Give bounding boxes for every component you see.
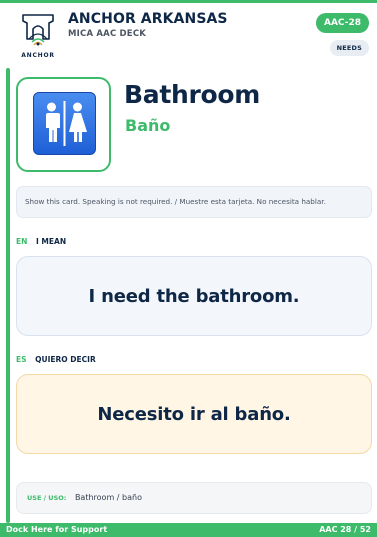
- spanish-intro-label: QUIERO DECIR: [35, 355, 96, 364]
- usage-label: USE / USO:: [27, 494, 67, 502]
- usage-box: USE / USO: Bathroom / baño: [16, 482, 372, 514]
- card-word-spanish: Baño: [125, 116, 171, 135]
- instruction-note: Show this card. Speaking is not required…: [16, 186, 372, 218]
- usage-value: Bathroom / baño: [74, 493, 142, 502]
- card-id-badge: AAC-28: [315, 13, 369, 33]
- card-icon-frame: [16, 77, 111, 172]
- english-phrase-box[interactable]: I need the bathroom.: [16, 256, 372, 336]
- card-header: ANCHOR ANCHOR ARKANSAS MICA AAC DECK AAC…: [0, 3, 377, 61]
- spanish-phrase-box[interactable]: Necesito ir al baño.: [16, 374, 372, 454]
- english-phrase: I need the bathroom.: [88, 285, 300, 307]
- anchor-arch-logo-icon: [22, 14, 54, 46]
- english-section-label: EN I MEAN: [16, 237, 66, 246]
- english-lang-code: EN: [16, 237, 28, 246]
- anchor-logo: ANCHOR: [17, 9, 59, 59]
- spanish-section-label: ES QUIERO DECIR: [16, 355, 96, 364]
- deck-page-counter: AAC 28 / 52: [319, 525, 371, 534]
- left-accent-rail: [6, 68, 10, 523]
- dock-support-link[interactable]: Dock Here for Support: [6, 525, 107, 534]
- support-footer-bar[interactable]: Dock Here for Support AAC 28 / 52: [0, 523, 377, 537]
- brand-title: ANCHOR ARKANSAS: [68, 11, 228, 27]
- card-word-english: Bathroom: [124, 80, 261, 109]
- logo-wordmark: ANCHOR: [21, 52, 55, 59]
- spanish-lang-code: ES: [16, 355, 27, 364]
- restroom-icon: [33, 92, 96, 155]
- category-badge: NEEDS: [329, 40, 369, 56]
- english-intro-label: I MEAN: [36, 237, 67, 246]
- spanish-phrase: Necesito ir al baño.: [97, 403, 291, 425]
- brand-subtitle: MICA AAC DECK: [68, 29, 147, 39]
